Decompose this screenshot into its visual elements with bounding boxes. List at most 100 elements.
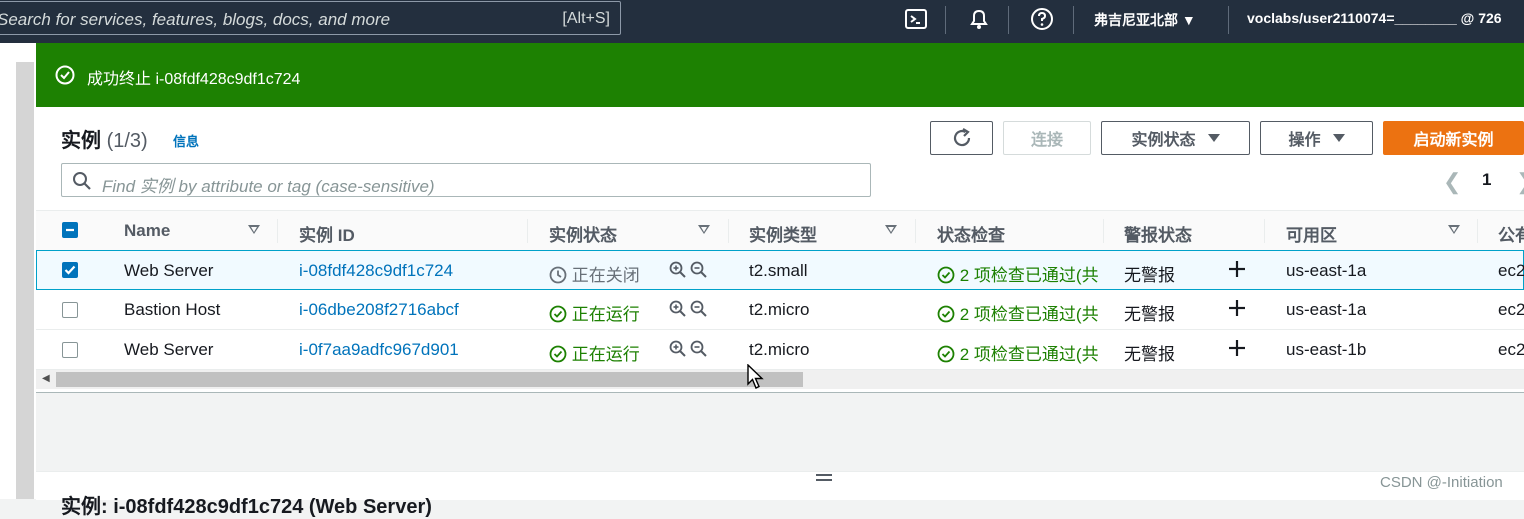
cell-instance-type: t2.micro (749, 300, 810, 319)
mouse-cursor-icon (747, 364, 764, 389)
row-checkbox[interactable] (62, 342, 78, 358)
table-horizontal-scrollbar[interactable]: ◀ (36, 370, 1524, 389)
success-check-icon (937, 305, 955, 323)
column-divider[interactable] (728, 219, 729, 243)
divider (1008, 6, 1009, 34)
column-divider[interactable] (1103, 219, 1104, 243)
launch-instances-button[interactable]: 启动新实例 (1383, 121, 1524, 155)
cell-public-dns: ec2 (1498, 340, 1524, 359)
status-check-text: 2 项检查已通过(共 (959, 266, 1099, 285)
help-icon[interactable] (1030, 7, 1058, 33)
column-divider[interactable] (277, 219, 278, 243)
global-search-input[interactable]: Search for services, features, blogs, do… (0, 1, 621, 35)
cell-status-check[interactable]: 2 项检查已通过(共 (937, 261, 1099, 286)
actions-button[interactable]: 操作 (1260, 121, 1373, 155)
page-scrollbar[interactable] (16, 62, 34, 499)
actions-label: 操作 (1288, 132, 1321, 149)
search-placeholder: Search for services, features, blogs, do… (0, 10, 391, 29)
divider (945, 6, 946, 34)
region-selector[interactable]: 弗吉尼亚北部 ▼ (1094, 10, 1196, 30)
instances-panel: 实例 (1/3) 信息 连接 实例状态 操作 启动新实例 Find 实例 by … (36, 107, 1524, 393)
column-header-instance-type[interactable]: 实例类型 (749, 221, 817, 246)
scroll-left-arrow-icon[interactable]: ◀ (42, 373, 50, 384)
zoom-controls (669, 261, 709, 284)
info-link[interactable]: 信息 (173, 131, 199, 150)
flash-message: 成功终止 i-08fdf428c9df1c724 (87, 71, 301, 88)
refresh-button[interactable] (930, 121, 993, 155)
split-panel-gap (36, 393, 1524, 471)
cell-instance-state: 正在运行 (549, 300, 640, 325)
select-all-checkbox[interactable] (62, 222, 78, 238)
resize-handle-icon[interactable] (816, 474, 832, 484)
success-flash-banner: 成功终止 i-08fdf428c9df1c724 (36, 43, 1524, 107)
cell-availability-zone: us-east-1a (1286, 300, 1367, 319)
column-header-instance-id[interactable]: 实例 ID (299, 221, 355, 246)
add-alarm-icon[interactable] (1227, 298, 1247, 323)
table-row[interactable]: Web Server i-0f7aa9adfc967d901 正在运行 t2.m… (36, 330, 1524, 370)
zoom-in-out-icons[interactable] (669, 300, 709, 318)
previous-page-icon[interactable]: ❮ (1443, 169, 1461, 195)
column-header-public[interactable]: 公有 (1498, 221, 1524, 246)
row-checkbox[interactable] (62, 302, 78, 318)
scrollbar-thumb[interactable] (56, 372, 803, 387)
cell-instance-id[interactable]: i-08fdf428c9df1c724 (299, 261, 453, 281)
details-title: 实例: i-08fdf428c9df1c724 (Web Server) (61, 496, 432, 518)
sort-icon[interactable] (1448, 225, 1460, 234)
sort-icon[interactable] (698, 225, 710, 234)
chevron-down-icon: ▼ (1181, 12, 1196, 28)
divider (1073, 6, 1074, 34)
column-header-instance-state[interactable]: 实例状态 (549, 221, 617, 246)
cell-status-check[interactable]: 2 项检查已通过(共 (937, 300, 1099, 325)
running-check-icon (549, 305, 567, 323)
selection-count: (1/3) (106, 130, 148, 152)
pending-clock-icon (549, 266, 567, 284)
column-divider[interactable] (527, 219, 528, 243)
next-page-icon[interactable]: ❯ (1516, 169, 1524, 195)
cell-instance-state: 正在关闭 (549, 261, 640, 286)
add-alarm-icon[interactable] (1227, 338, 1247, 363)
cell-alarm-status: 无警报 (1124, 305, 1175, 324)
row-checkbox[interactable] (62, 262, 78, 278)
cell-instance-id[interactable]: i-06dbe208f2716abcf (299, 300, 459, 320)
column-header-alarm-status[interactable]: 警报状态 (1124, 221, 1192, 246)
zoom-in-out-icons[interactable] (669, 340, 709, 358)
instance-state-button[interactable]: 实例状态 (1101, 121, 1250, 155)
column-divider[interactable] (1264, 219, 1265, 243)
column-divider[interactable] (1477, 219, 1478, 243)
column-header-status-check[interactable]: 状态检查 (937, 221, 1005, 246)
state-text: 正在关闭 (571, 266, 640, 285)
state-text: 正在运行 (571, 305, 640, 324)
column-header-availability-zone[interactable]: 可用区 (1286, 221, 1337, 246)
cell-name: Web Server (124, 340, 214, 359)
state-text: 正在运行 (571, 345, 640, 364)
sort-icon[interactable] (248, 225, 260, 234)
account-menu[interactable]: voclabs/user2110074=________ @ 726 (1247, 10, 1502, 26)
bell-icon[interactable] (967, 7, 995, 33)
running-check-icon (549, 345, 567, 363)
table-row[interactable]: Web Server i-08fdf428c9df1c724 正在关闭 t2.s… (36, 250, 1524, 290)
filter-input[interactable]: Find 实例 by attribute or tag (case-sensit… (61, 163, 871, 197)
cell-name: Bastion Host (124, 300, 221, 319)
sort-icon[interactable] (885, 225, 897, 234)
cell-status-check[interactable]: 2 项检查已通过(共 (937, 340, 1099, 365)
zoom-controls (669, 340, 709, 363)
zoom-controls (669, 300, 709, 323)
connect-button[interactable]: 连接 (1003, 121, 1091, 155)
indeterminate-icon (66, 228, 74, 232)
cell-public-dns: ec2 (1498, 300, 1524, 319)
success-check-icon (55, 65, 75, 85)
column-divider[interactable] (915, 219, 916, 243)
column-header-name[interactable]: Name (124, 221, 170, 241)
title-text: 实例 (61, 130, 101, 152)
refresh-icon (953, 128, 970, 147)
cloudshell-icon[interactable] (904, 7, 932, 33)
search-shortcut: [Alt+S] (562, 10, 610, 27)
cell-instance-type: t2.small (749, 261, 808, 280)
cell-instance-id[interactable]: i-0f7aa9adfc967d901 (299, 340, 459, 360)
add-alarm-icon[interactable] (1227, 259, 1247, 284)
cell-name: Web Server (124, 261, 214, 280)
details-split-panel: 实例: i-08fdf428c9df1c724 (Web Server) (36, 471, 1524, 518)
current-page-number[interactable]: 1 (1482, 170, 1491, 190)
table-row[interactable]: Bastion Host i-06dbe208f2716abcf 正在运行 t2… (36, 290, 1524, 330)
zoom-in-out-icons[interactable] (669, 261, 709, 279)
